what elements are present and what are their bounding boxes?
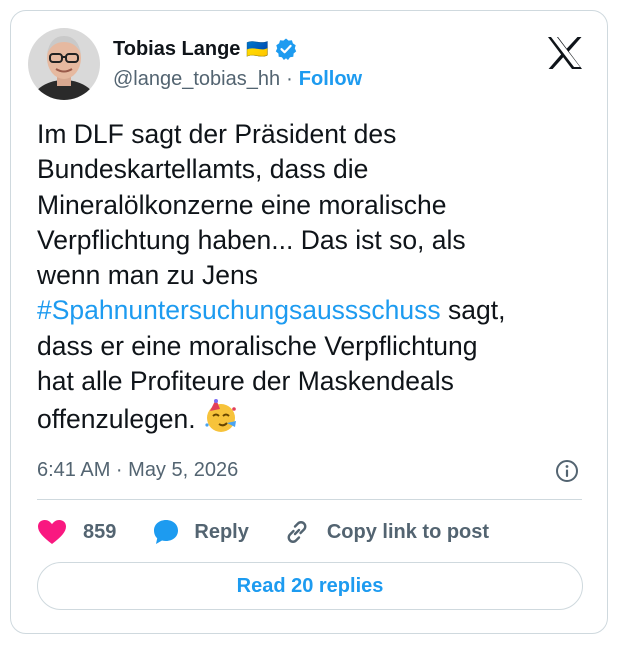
tweet-line: Im DLF sagt der Präsident des — [37, 119, 397, 149]
author-handle[interactable]: @lange_tobias_hh — [113, 68, 280, 91]
author-name-row[interactable]: Tobias Lange 🇺🇦 — [113, 34, 297, 64]
copy-link-label: Copy link to post — [326, 520, 490, 543]
tweet-line: wenn man zu Jens — [37, 260, 258, 291]
tweet-line: hat alle Profiteure der Maskendeals — [37, 366, 454, 397]
divider — [37, 499, 582, 500]
tweet-line-rest: sagt, — [440, 295, 506, 326]
flag-icon: 🇺🇦 — [246, 38, 269, 59]
tweet-line: offenzulegen. — [37, 399, 582, 437]
hashtag-link[interactable]: #Spahnuntersuchungsaussschuss — [37, 295, 441, 325]
author-name[interactable]: Tobias Lange — [113, 38, 240, 61]
copy-link-button[interactable]: Copy link to post — [283, 518, 489, 546]
tweet-line: Mineralölkonzerne eine moralische — [37, 189, 447, 220]
read-replies-button[interactable]: Read 20 replies — [37, 562, 583, 610]
separator-dot: · — [286, 68, 293, 90]
tweet-line-text: offenzulegen. — [37, 404, 204, 435]
tweet-text: Im DLF sagt der Präsident des Bundeskart… — [37, 117, 582, 438]
action-bar: 859 Reply Copy link to post — [37, 515, 489, 549]
reply-bubble-icon — [154, 520, 179, 544]
tweet-line: Verpflichtung haben... Das ist so, als — [37, 224, 466, 255]
heart-icon — [38, 520, 66, 544]
handle-row: @lange_tobias_hh · Follow — [113, 68, 362, 91]
tweet-line: #Spahnuntersuchungsaussschuss sagt, — [37, 293, 582, 328]
follow-link[interactable]: Follow — [299, 68, 362, 91]
timestamp[interactable]: 6:41 AM · May 5, 2026 — [37, 459, 238, 482]
verified-badge-icon — [275, 38, 297, 60]
reply-button[interactable]: Reply — [152, 518, 249, 546]
tweet-line: dass er eine moralische Verpflichtung — [37, 330, 478, 361]
avatar[interactable] — [28, 28, 100, 100]
tweet-line: Bundeskartellamts, dass die — [37, 154, 369, 185]
x-logo-icon[interactable] — [547, 36, 583, 70]
reply-label: Reply — [194, 520, 249, 543]
like-count: 859 — [83, 520, 117, 543]
read-replies-label: Read 20 replies — [236, 574, 384, 597]
partying-face-emoji-icon — [205, 399, 237, 433]
link-icon — [287, 521, 307, 543]
info-icon[interactable] — [555, 459, 579, 483]
like-button[interactable]: 859 — [37, 519, 116, 545]
